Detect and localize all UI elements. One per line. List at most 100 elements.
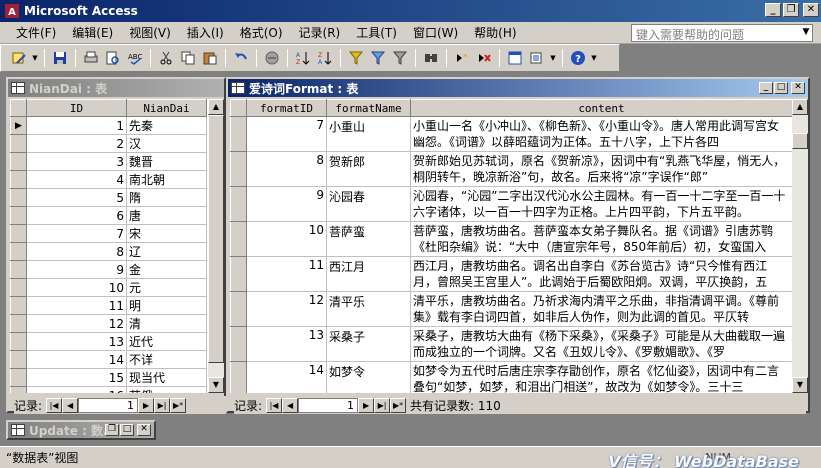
cell-content[interactable]: 采桑子，唐教坊大曲有《杨下采桑》，《采桑子》可能是从大曲截取一遍而成独立的一个词…: [410, 326, 792, 362]
cell-niandai[interactable]: 苏俄: [126, 386, 207, 393]
record-selector[interactable]: [230, 151, 247, 187]
current-record-input[interactable]: 1: [78, 397, 139, 413]
record-selector[interactable]: [10, 314, 27, 333]
spelling-icon[interactable]: ABC: [125, 48, 145, 68]
menu-tools[interactable]: 工具(T): [348, 24, 405, 41]
cell-formatname[interactable]: 贺新郎: [326, 151, 411, 187]
cell-id[interactable]: 16: [26, 386, 127, 393]
first-record-button[interactable]: |◀: [46, 397, 63, 413]
table-row[interactable]: 11 明: [10, 296, 207, 315]
record-selector[interactable]: [10, 152, 27, 171]
cell-content[interactable]: 西江月，唐教坊曲名。调名出自李白《苏台览古》诗“只今惟有西江月，曾照吴王宫里人”…: [410, 256, 792, 292]
last-record-button[interactable]: ▶|: [374, 397, 391, 413]
cut-icon[interactable]: [156, 48, 176, 68]
cell-id[interactable]: 14: [26, 350, 127, 369]
scroll-down-button[interactable]: ▼: [792, 377, 808, 393]
record-selector[interactable]: [10, 350, 27, 369]
record-selector[interactable]: [10, 206, 27, 225]
cell-content[interactable]: 菩萨蛮，唐教坊曲名。菩萨蛮本女弟子舞队名。据《词谱》引唐苏鹗《杜阳杂编》说：“大…: [410, 221, 792, 257]
menu-edit[interactable]: 编辑(E): [64, 24, 121, 41]
record-selector[interactable]: ▶: [10, 116, 27, 135]
menu-insert[interactable]: 插入(I): [179, 24, 232, 41]
restore-button[interactable]: ❐: [105, 424, 119, 436]
cell-id[interactable]: 13: [26, 332, 127, 351]
record-selector[interactable]: [10, 368, 27, 387]
format-vertical-scrollbar[interactable]: ▲ ▼: [792, 99, 808, 393]
cell-niandai[interactable]: 清: [126, 314, 207, 333]
table-row[interactable]: 4 南北朝: [10, 170, 207, 189]
niandai-vertical-scrollbar[interactable]: ▲ ▼: [208, 99, 224, 393]
help-icon[interactable]: ?: [568, 48, 588, 68]
cell-formatname[interactable]: 菩萨蛮: [326, 221, 411, 257]
scroll-thumb[interactable]: [792, 133, 808, 149]
delete-record-icon[interactable]: [474, 48, 494, 68]
column-header-formatname[interactable]: formatName: [326, 99, 411, 117]
record-selector[interactable]: [230, 326, 247, 362]
record-selector[interactable]: [10, 278, 27, 297]
record-selector[interactable]: [10, 242, 27, 261]
copy-icon[interactable]: [178, 48, 198, 68]
cell-id[interactable]: 7: [26, 224, 127, 243]
table-row[interactable]: 14 不详: [10, 350, 207, 369]
cell-content[interactable]: 贺新郎始见苏轼词，原名《贺新凉》，因词中有“乳燕飞华屋，悄无人，桐阴转午，晚凉新…: [410, 151, 792, 187]
cell-formatid[interactable]: 10: [246, 221, 327, 257]
record-selector[interactable]: [10, 386, 27, 393]
cell-formatname[interactable]: 清平乐: [326, 291, 411, 327]
table-row[interactable]: 2汉: [10, 134, 207, 153]
cell-formatname[interactable]: 如梦令: [326, 361, 411, 393]
record-selector[interactable]: [230, 186, 247, 222]
record-selector[interactable]: [230, 116, 247, 152]
record-selector[interactable]: [10, 296, 27, 315]
cell-formatid[interactable]: 11: [246, 256, 327, 292]
niandai-window-title-bar[interactable]: NianDai : 表: [8, 79, 224, 97]
chevron-down-icon[interactable]: ▼: [549, 48, 557, 68]
maximize-button[interactable]: □: [774, 82, 788, 94]
record-selector[interactable]: [10, 332, 27, 351]
format-window-title-bar[interactable]: 爱诗词Format : 表 _ □ ✕: [228, 79, 808, 97]
scroll-thumb[interactable]: [208, 115, 224, 363]
minimize-button[interactable]: _: [765, 3, 781, 17]
table-row[interactable]: 3 魏晋: [10, 152, 207, 171]
record-selector[interactable]: [10, 170, 27, 189]
update-minimized-window[interactable]: Update : 数... ❐ □ ✕: [6, 420, 156, 440]
record-selector[interactable]: [10, 188, 27, 207]
record-selector[interactable]: [10, 224, 27, 243]
cell-niandai[interactable]: 南北朝: [126, 170, 207, 189]
restore-button[interactable]: ❐: [783, 3, 799, 17]
column-header-niandai[interactable]: NianDai: [126, 99, 207, 117]
print-icon[interactable]: [81, 48, 101, 68]
record-selector[interactable]: [10, 260, 27, 279]
table-row[interactable]: 13 采桑子 采桑子，唐教坊大曲有《杨下采桑》，《采桑子》可能是从大曲截取一遍而成独…: [230, 326, 792, 362]
cell-formatname[interactable]: 沁园春: [326, 186, 411, 222]
column-header-content[interactable]: content: [410, 99, 792, 117]
menu-help[interactable]: 帮助(H): [466, 24, 524, 41]
hyperlink-icon[interactable]: [262, 48, 282, 68]
cell-niandai[interactable]: 明: [126, 296, 207, 315]
sort-asc-icon[interactable]: AZ: [293, 48, 313, 68]
filter-by-form-icon[interactable]: [368, 48, 388, 68]
menu-format[interactable]: 格式(O): [232, 24, 291, 41]
chevron-down-icon[interactable]: ▼: [590, 48, 598, 68]
cell-niandai[interactable]: 金: [126, 260, 207, 279]
save-icon[interactable]: [50, 48, 70, 68]
table-row[interactable]: 7 小重山 小重山一名《小冲山》、《柳色新》、《小重山令》。唐人常用此调写宫女幽怨。…: [230, 116, 792, 152]
close-button[interactable]: ✕: [803, 3, 819, 17]
table-row[interactable]: 15 现当代: [10, 368, 207, 387]
cell-id[interactable]: 15: [26, 368, 127, 387]
scroll-down-button[interactable]: ▼: [208, 377, 224, 393]
cell-formatid[interactable]: 12: [246, 291, 327, 327]
table-row[interactable]: 11 西江月 西江月，唐教坊曲名。调名出自李白《苏台览古》诗“只今惟有西江月，曾照吴…: [230, 256, 792, 292]
cell-content[interactable]: 沁园春，“沁园”二字出汉代沁水公主园林。有一百一十二字至一百一十六字诸体，以一百…: [410, 186, 792, 222]
first-record-button[interactable]: |◀: [266, 397, 283, 413]
cell-formatid[interactable]: 14: [246, 361, 327, 393]
scroll-up-button[interactable]: ▲: [792, 99, 808, 115]
cell-niandai[interactable]: 现当代: [126, 368, 207, 387]
scroll-up-button[interactable]: ▲: [208, 99, 224, 115]
design-view-icon[interactable]: [9, 48, 29, 68]
cell-id[interactable]: 4: [26, 170, 127, 189]
cell-formatid[interactable]: 13: [246, 326, 327, 362]
help-question-input[interactable]: 键入需要帮助的问题: [631, 24, 813, 42]
record-selector[interactable]: [230, 221, 247, 257]
cell-id[interactable]: 3: [26, 152, 127, 171]
record-selector[interactable]: [230, 256, 247, 292]
